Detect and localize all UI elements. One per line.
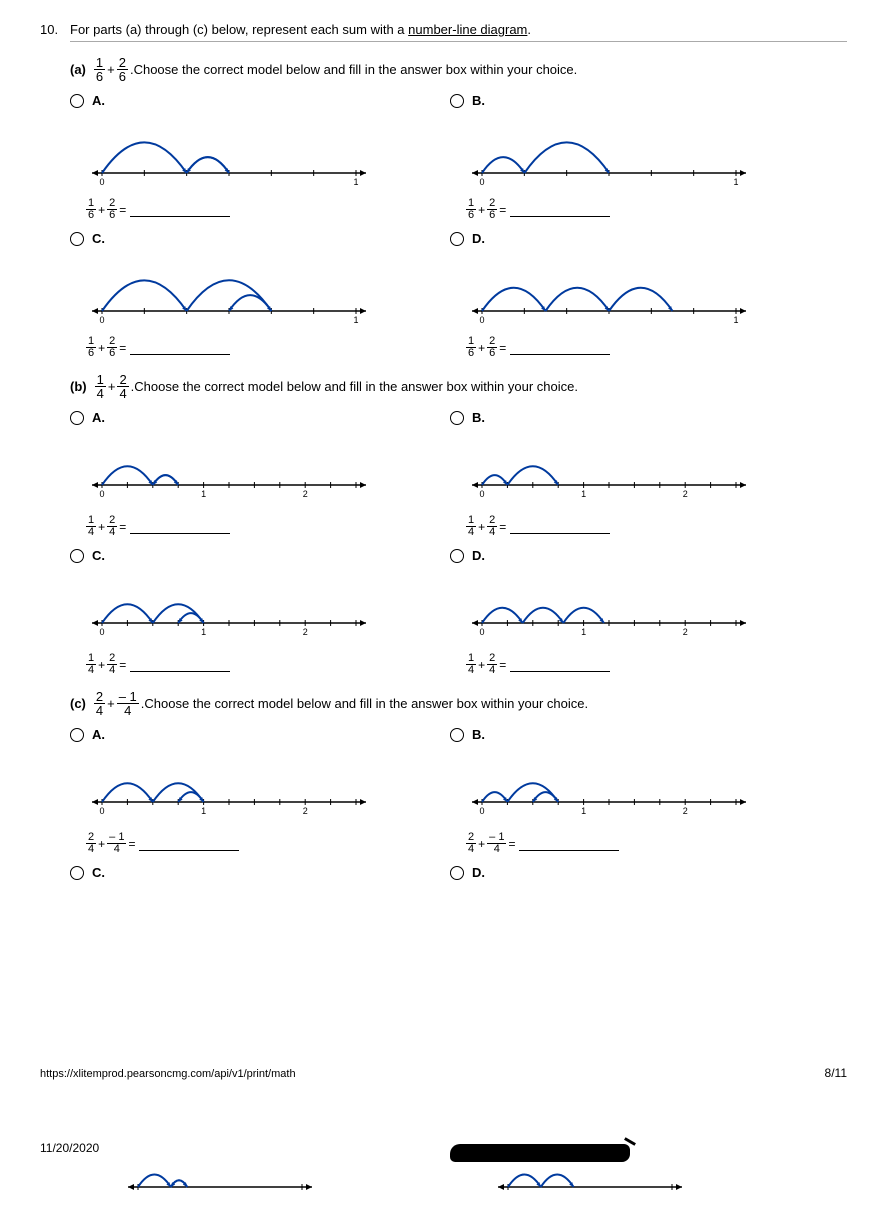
numline-bottom-right xyxy=(490,1150,690,1205)
radio-b-C[interactable] xyxy=(70,549,84,563)
radio-c-A[interactable] xyxy=(70,728,84,742)
numline-b-A: 0 1 2 xyxy=(84,443,374,503)
footer-pagenum: 8/11 xyxy=(825,1066,847,1080)
footer-url: https://xlitemprod.pearsoncmg.com/api/v1… xyxy=(40,1068,296,1080)
answer-input-a-C[interactable] xyxy=(130,340,230,355)
radio-a-A[interactable] xyxy=(70,94,84,108)
svg-text:0: 0 xyxy=(479,315,484,325)
svg-text:1: 1 xyxy=(581,627,586,637)
radio-c-D[interactable] xyxy=(450,866,464,880)
numline-a-D: 01 xyxy=(464,259,754,329)
answer-input-c-B[interactable] xyxy=(519,836,619,851)
svg-text:2: 2 xyxy=(303,806,308,816)
radio-b-B[interactable] xyxy=(450,411,464,425)
radio-a-D[interactable] xyxy=(450,232,464,246)
svg-text:1: 1 xyxy=(733,315,738,325)
svg-text:1: 1 xyxy=(201,489,206,499)
radio-a-B[interactable] xyxy=(450,94,464,108)
svg-text:1: 1 xyxy=(201,806,206,816)
numline-c-B: 0 1 2 xyxy=(464,760,754,820)
svg-text:1: 1 xyxy=(201,627,206,637)
svg-text:1: 1 xyxy=(353,177,358,187)
part-b-prompt: (b) 14 + 24 . Choose the correct model b… xyxy=(70,373,847,400)
svg-text:0: 0 xyxy=(479,177,484,187)
numline-a-C: 01 xyxy=(84,259,374,329)
footer-date: 11/20/2020 xyxy=(40,1141,99,1155)
svg-text:0: 0 xyxy=(99,489,104,499)
numline-a-B: 01 xyxy=(464,121,754,191)
numline-a-A: 01 xyxy=(84,121,374,191)
numline-c-A: 0 1 2 xyxy=(84,760,374,820)
svg-text:2: 2 xyxy=(683,627,688,637)
svg-text:0: 0 xyxy=(479,489,484,499)
radio-b-A[interactable] xyxy=(70,411,84,425)
svg-text:0: 0 xyxy=(99,177,104,187)
svg-text:0: 0 xyxy=(99,315,104,325)
question-intro: For parts (a) through (c) below, represe… xyxy=(70,22,847,42)
numline-b-B: 0 1 2 xyxy=(464,443,754,503)
svg-text:1: 1 xyxy=(733,177,738,187)
svg-text:2: 2 xyxy=(303,627,308,637)
numline-b-D: 0 1 2 xyxy=(464,581,754,641)
answer-input-a-B[interactable] xyxy=(510,202,610,217)
answer-input-b-A[interactable] xyxy=(130,519,230,534)
answer-input-a-A[interactable] xyxy=(130,202,230,217)
answer-input-b-C[interactable] xyxy=(130,657,230,672)
numline-bottom-left xyxy=(120,1150,320,1205)
answer-input-b-D[interactable] xyxy=(510,657,610,672)
svg-text:2: 2 xyxy=(303,489,308,499)
part-c-prompt: (c) 24 + – 14 . Choose the correct model… xyxy=(70,690,847,717)
radio-c-B[interactable] xyxy=(450,728,464,742)
radio-c-C[interactable] xyxy=(70,866,84,880)
svg-text:1: 1 xyxy=(581,489,586,499)
answer-input-c-A[interactable] xyxy=(139,836,239,851)
answer-input-b-B[interactable] xyxy=(510,519,610,534)
radio-a-C[interactable] xyxy=(70,232,84,246)
svg-text:1: 1 xyxy=(581,806,586,816)
equation-a-A: 16 + 26 = xyxy=(84,198,420,221)
option-label: A. xyxy=(92,93,105,108)
svg-text:1: 1 xyxy=(353,315,358,325)
numline-b-C: 0 1 2 xyxy=(84,581,374,641)
question-number: 10. xyxy=(40,22,70,37)
svg-text:0: 0 xyxy=(479,627,484,637)
part-a-prompt: (a) 16 + 26 . Choose the correct model b… xyxy=(70,56,847,83)
svg-text:0: 0 xyxy=(479,806,484,816)
svg-text:2: 2 xyxy=(683,806,688,816)
answer-input-a-D[interactable] xyxy=(510,340,610,355)
radio-b-D[interactable] xyxy=(450,549,464,563)
svg-text:2: 2 xyxy=(683,489,688,499)
svg-text:0: 0 xyxy=(99,627,104,637)
svg-text:0: 0 xyxy=(99,806,104,816)
